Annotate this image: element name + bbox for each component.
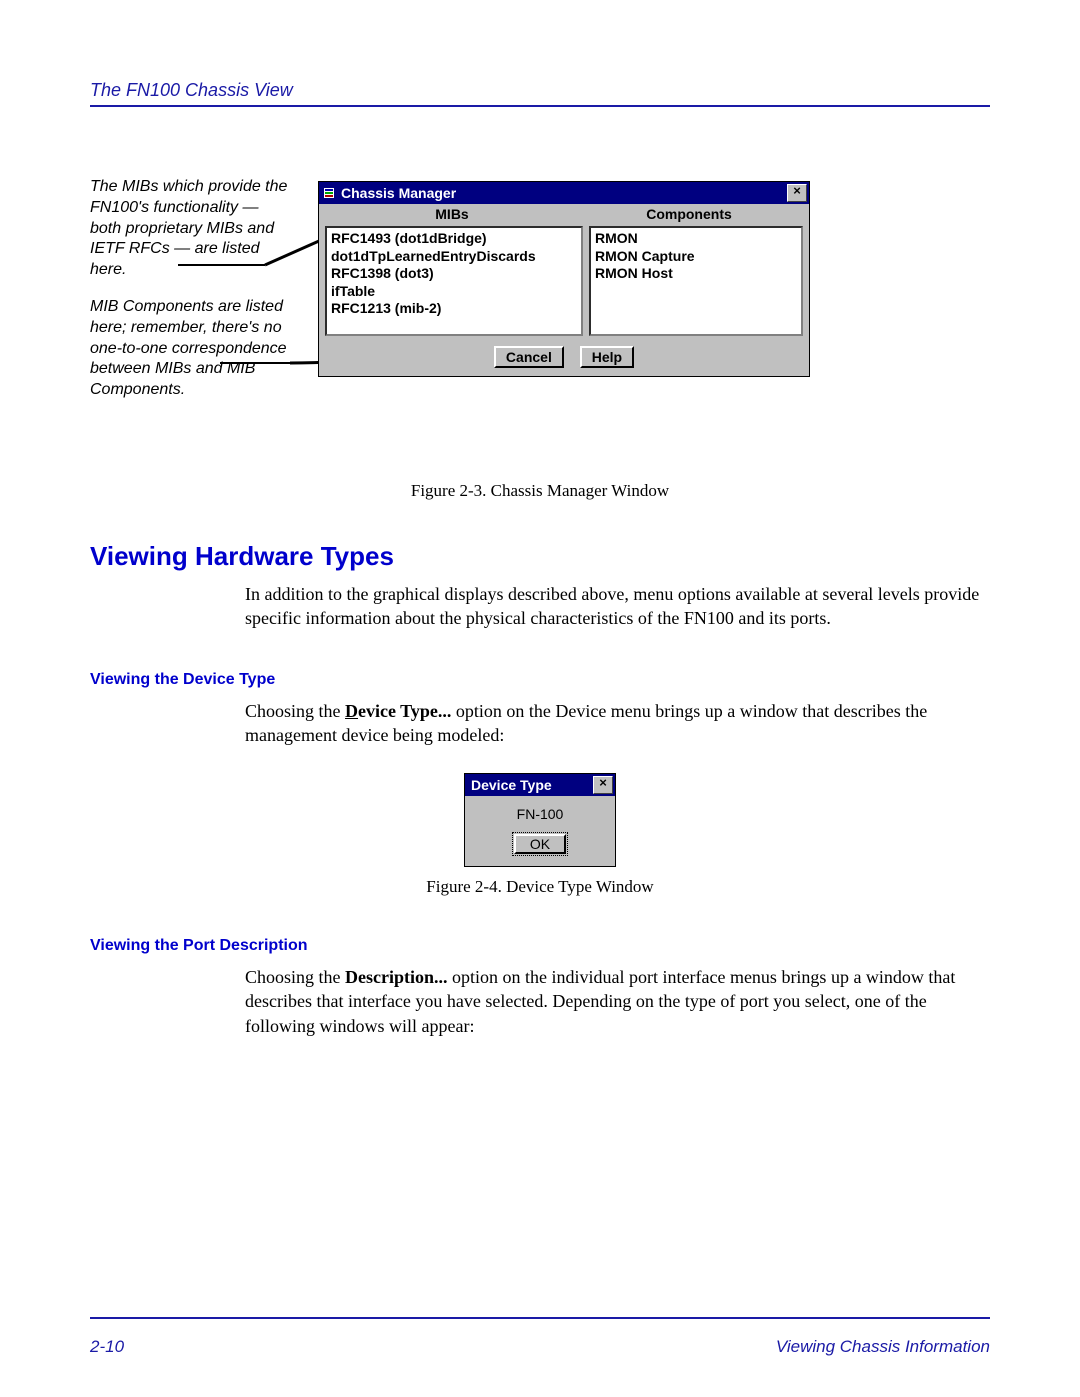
heading-viewing-device-type: Viewing the Device Type <box>90 671 990 689</box>
heading-viewing-port-description: Viewing the Port Description <box>90 937 990 955</box>
header-rule <box>90 105 990 107</box>
text: Choosing the <box>245 701 345 721</box>
footer-section: Viewing Chassis Information <box>776 1337 990 1357</box>
figure-1-caption: Figure 2-3. Chassis Manager Window <box>90 481 990 501</box>
device-type-window: Device Type × FN-100 OK <box>464 773 616 867</box>
window-app-icon <box>321 185 337 201</box>
titlebar: Chassis Manager × <box>319 182 809 204</box>
list-item[interactable]: ifTable <box>331 283 577 301</box>
close-icon[interactable]: × <box>593 776 613 794</box>
paragraph: Choosing the Description... option on th… <box>245 965 990 1038</box>
window-title: Device Type <box>467 777 593 793</box>
paragraph: In addition to the graphical displays de… <box>245 582 990 631</box>
text: Choosing the <box>245 967 345 987</box>
device-type-value: FN-100 <box>465 796 615 826</box>
paragraph: Choosing the Device Type... option on th… <box>245 699 990 748</box>
running-head: The FN100 Chassis View <box>90 80 990 101</box>
mibs-listbox[interactable]: RFC1493 (dot1dBridge) dot1dTpLearnedEntr… <box>325 226 583 336</box>
list-item[interactable]: RMON Capture <box>595 248 797 266</box>
close-icon[interactable]: × <box>787 184 807 202</box>
default-button-outline: OK <box>512 832 568 856</box>
heading-viewing-hardware-types: Viewing Hardware Types <box>90 541 990 572</box>
list-item[interactable]: RMON Host <box>595 265 797 283</box>
list-item[interactable]: RFC1493 (dot1dBridge) <box>331 230 577 248</box>
column-header-mibs: MIBs <box>327 206 577 222</box>
figure-2-caption: Figure 2-4. Device Type Window <box>90 877 990 897</box>
cancel-button[interactable]: Cancel <box>494 346 564 368</box>
menu-underline: D <box>345 701 358 721</box>
list-item[interactable]: RFC1398 (dot3) <box>331 265 577 283</box>
ok-button[interactable]: OK <box>514 834 566 854</box>
menu-bold: evice Type... <box>358 701 451 721</box>
annotation-mibs: The MIBs which provide the FN100's funct… <box>90 177 290 281</box>
list-item[interactable]: dot1dTpLearnedEntryDiscards <box>331 248 577 266</box>
menu-bold: Description... <box>345 967 448 987</box>
figure-1-block: The MIBs which provide the FN100's funct… <box>90 177 990 467</box>
chassis-manager-window: Chassis Manager × MIBs Components RFC149… <box>318 181 810 377</box>
components-listbox[interactable]: RMON RMON Capture RMON Host <box>589 226 803 336</box>
window-title: Chassis Manager <box>341 185 787 201</box>
column-header-components: Components <box>577 206 801 222</box>
footer-rule <box>90 1317 990 1319</box>
list-item[interactable]: RMON <box>595 230 797 248</box>
titlebar: Device Type × <box>465 774 615 796</box>
help-button[interactable]: Help <box>580 346 634 368</box>
annotation-components: MIB Components are listed here; remember… <box>90 297 290 401</box>
list-item[interactable]: RFC1213 (mib-2) <box>331 300 577 318</box>
page-number: 2-10 <box>90 1337 124 1357</box>
